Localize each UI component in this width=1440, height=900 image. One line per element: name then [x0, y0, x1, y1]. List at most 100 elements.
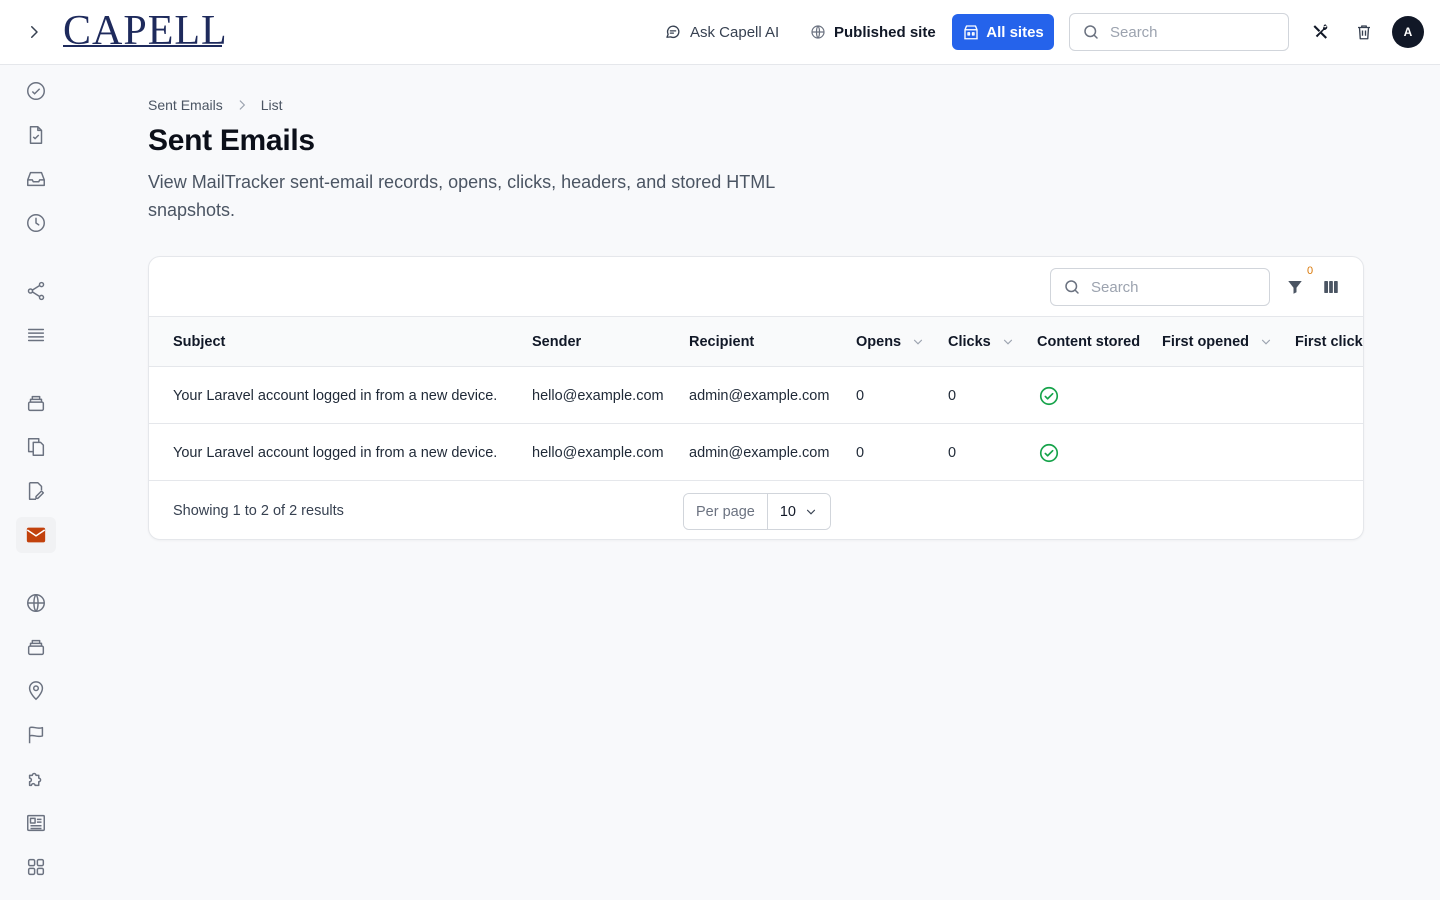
per-page-label: Per page [684, 494, 768, 529]
globe-icon [27, 594, 45, 612]
expand-sidebar-button[interactable] [22, 20, 46, 44]
logo-underline [63, 45, 222, 47]
inbox-icon [27, 171, 45, 187]
trash-button[interactable] [1352, 20, 1376, 44]
chevron-down-icon [806, 509, 815, 515]
puzzle-icon [28, 772, 42, 787]
chevron-down-icon [1003, 339, 1012, 345]
logo[interactable]: CAPELL [63, 8, 228, 54]
chevron-right-icon [239, 100, 245, 110]
file-check-icon [29, 126, 43, 144]
cell-subject: Your Laravel account logged in from a ne… [173, 444, 498, 461]
table-row[interactable]: Your Laravel account logged in from a ne… [149, 424, 1363, 481]
sidebar-item-apps[interactable] [16, 849, 56, 885]
column-header-subject: Subject [173, 334, 226, 350]
sidebar-item-pages[interactable] [16, 117, 56, 153]
sidebar [0, 65, 72, 900]
per-page-control: Per page 10 [683, 493, 831, 530]
ask-ai-link[interactable]: Ask Capell AI [664, 17, 779, 47]
table-row[interactable]: Your Laravel account logged in from a ne… [149, 367, 1363, 424]
all-sites-button[interactable]: All sites [952, 14, 1054, 50]
sidebar-item-plugins[interactable] [16, 761, 56, 797]
column-header-opens[interactable]: Opens [856, 317, 925, 367]
cell-clicks: 0 [948, 387, 957, 404]
sidebar-item-sites[interactable] [16, 585, 56, 621]
sidebar-item-tasks[interactable] [16, 73, 56, 109]
sidebar-item-list[interactable] [16, 317, 56, 353]
column-header-sender: Sender [532, 334, 582, 350]
map-pin-icon [28, 681, 44, 701]
tools-button[interactable] [1309, 20, 1333, 44]
filter-count-badge: 0 [1307, 265, 1314, 277]
per-page-select[interactable]: 10 [767, 494, 830, 529]
table-card: 0 Subject Sender Recipient Opens Clicks … [148, 256, 1364, 540]
building-icon [964, 25, 978, 40]
cell-subject: Your Laravel account logged in from a ne… [173, 387, 498, 404]
cell-sender: hello@example.com [532, 387, 664, 404]
check-circle-icon [27, 82, 45, 100]
sidebar-item-inbox[interactable] [16, 161, 56, 197]
filter-button[interactable] [1283, 275, 1307, 299]
check-circle-icon [1039, 386, 1059, 405]
columns-icon [1324, 281, 1338, 293]
share-icon [27, 281, 45, 301]
column-header-recipient: Recipient [689, 334, 755, 350]
sidebar-item-file-edit[interactable] [16, 473, 56, 509]
sidebar-item-collections[interactable] [16, 629, 56, 665]
sidebar-item-news[interactable] [16, 805, 56, 841]
published-site-label: Published site [834, 23, 936, 41]
cell-opens: 0 [856, 387, 865, 404]
global-search[interactable] [1069, 13, 1289, 51]
breadcrumb-parent[interactable]: Sent Emails [148, 97, 223, 113]
sidebar-item-flags[interactable] [16, 717, 56, 753]
table-search-input[interactable] [1091, 278, 1251, 296]
documents-icon [27, 438, 45, 456]
column-header-first-clicked: First clicke [1295, 334, 1364, 350]
columns-toggle-button[interactable] [1319, 275, 1343, 299]
newspaper-icon [27, 814, 45, 832]
table-footer: Showing 1 to 2 of 2 results Per page 10 [149, 481, 1363, 539]
column-header-content-stored: Content stored [1037, 334, 1141, 350]
sidebar-item-share[interactable] [16, 273, 56, 309]
chevron-right-icon [31, 26, 38, 38]
global-search-input[interactable] [1110, 23, 1270, 41]
sidebar-item-sent-emails[interactable] [16, 517, 56, 553]
sidebar-item-documents[interactable] [16, 429, 56, 465]
table-toolbar: 0 [149, 257, 1363, 317]
chevron-down-icon [1261, 339, 1271, 345]
wrench-screwdriver-icon [1313, 24, 1328, 39]
search-icon [1084, 25, 1098, 39]
cell-recipient: admin@example.com [689, 444, 830, 461]
stack-icon [27, 639, 45, 656]
table-header: Subject Sender Recipient Opens Clicks Co… [149, 317, 1364, 367]
avatar[interactable]: A [1392, 16, 1424, 48]
sidebar-item-locations[interactable] [16, 673, 56, 709]
trash-icon [1358, 25, 1370, 40]
grid-icon [27, 858, 45, 876]
globe-icon [811, 25, 825, 39]
list-icon [27, 328, 45, 342]
envelope-icon [26, 527, 46, 543]
chat-bubble-icon [666, 25, 680, 39]
clock-icon [27, 214, 45, 232]
check-circle-icon [1039, 443, 1059, 462]
sidebar-item-stack[interactable] [16, 385, 56, 421]
published-site-link[interactable]: Published site [810, 17, 936, 47]
flag-icon [28, 726, 44, 744]
column-header-clicks[interactable]: Clicks [948, 317, 1015, 367]
cell-opens: 0 [856, 444, 865, 461]
funnel-icon [1288, 281, 1302, 294]
cell-recipient: admin@example.com [689, 387, 830, 404]
sidebar-item-history[interactable] [16, 205, 56, 241]
page-description: View MailTracker sent-email records, ope… [148, 172, 775, 220]
cell-sender: hello@example.com [532, 444, 664, 461]
file-edit-icon [28, 482, 45, 500]
table-search[interactable] [1050, 268, 1270, 306]
cell-content-stored [1038, 424, 1060, 481]
per-page-value: 10 [779, 503, 796, 520]
search-icon [1065, 280, 1079, 294]
stack-icon [27, 395, 45, 412]
column-header-first-opened[interactable]: First opened [1162, 317, 1273, 367]
page-title: Sent Emails [148, 124, 315, 157]
results-summary: Showing 1 to 2 of 2 results [173, 503, 344, 519]
